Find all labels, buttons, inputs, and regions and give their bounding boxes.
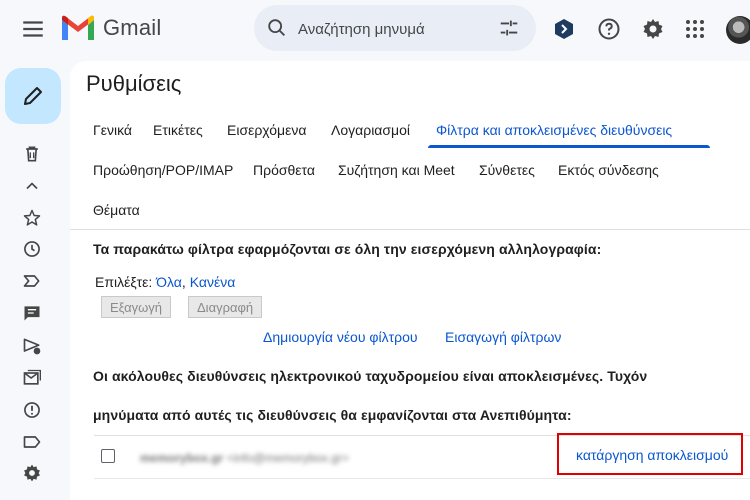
blocked-heading-line2: μηνύματα από αυτές τις διευθύνσεις θα εμ… <box>93 407 572 423</box>
row-divider <box>94 478 750 479</box>
tab-inbox[interactable]: Εισερχόμενα <box>227 122 306 138</box>
select-label: Επιλέξτε: <box>95 274 153 290</box>
search-icon[interactable] <box>266 17 288 39</box>
scheduled-send-icon[interactable] <box>22 336 42 356</box>
apps-grid-icon[interactable] <box>683 17 707 41</box>
all-mail-icon[interactable] <box>22 368 42 388</box>
manage-gear-icon[interactable] <box>22 463 42 483</box>
row-checkbox[interactable] <box>101 449 115 463</box>
settings-panel: Ρυθμίσεις Γενικά Ετικέτες Εισερχόμενα Λο… <box>70 61 750 500</box>
select-all-link[interactable]: Όλα <box>156 274 182 290</box>
import-filters-link[interactable]: Εισαγωγή φίλτρων <box>445 329 561 345</box>
tab-themes[interactable]: Θέματα <box>93 202 140 218</box>
tune-icon[interactable] <box>498 17 520 39</box>
compose-button[interactable] <box>5 68 61 124</box>
tab-filters-blocked[interactable]: Φίλτρα και αποκλεισμένες διευθύνσεις <box>436 122 672 138</box>
tab-forwarding-pop-imap[interactable]: Προώθηση/POP/IMAP <box>93 162 233 178</box>
gmail-logo-icon[interactable] <box>60 14 96 42</box>
top-bar: Gmail <box>0 0 750 58</box>
trash-icon[interactable] <box>22 144 42 164</box>
export-button[interactable]: Εξαγωγή <box>101 296 172 318</box>
menu-icon[interactable] <box>20 16 46 42</box>
tab-labels[interactable]: Ετικέτες <box>153 122 203 138</box>
tab-chat-meet[interactable]: Συζήτηση και Meet <box>338 162 455 178</box>
chat-icon[interactable] <box>22 303 42 323</box>
spam-icon[interactable] <box>22 400 42 420</box>
blocked-sender: memorybox.gr <info@memorybox.gr> <box>140 451 349 465</box>
app-name[interactable]: Gmail <box>103 15 161 41</box>
unblock-link[interactable]: κατάργηση αποκλεισμού <box>576 447 728 463</box>
blocked-heading-line1: Οι ακόλουθες διευθύνσεις ηλεκτρονικού τα… <box>93 368 648 384</box>
label-icon[interactable] <box>22 432 42 452</box>
tab-add-ons[interactable]: Πρόσθετα <box>253 162 315 178</box>
delete-button[interactable]: Διαγραφή <box>188 296 263 318</box>
help-icon[interactable] <box>597 17 621 41</box>
tab-offline[interactable]: Εκτός σύνδεσης <box>558 162 659 178</box>
account-avatar[interactable] <box>726 16 750 44</box>
chevron-up-icon[interactable] <box>22 176 42 196</box>
tab-accounts[interactable]: Λογαριασμοί <box>331 122 410 138</box>
page-title: Ρυθμίσεις <box>86 71 182 96</box>
search-bar[interactable] <box>254 5 536 51</box>
blocked-sender-email: <info@memorybox.gr> <box>226 451 349 465</box>
gemini-icon[interactable] <box>552 17 576 41</box>
select-row: Επιλέξτε: Όλα, Κανένα <box>95 274 236 290</box>
active-tab-indicator <box>428 145 710 148</box>
star-icon[interactable] <box>22 208 42 228</box>
important-icon[interactable] <box>22 271 42 291</box>
settings-gear-icon[interactable] <box>641 17 665 41</box>
clock-icon[interactable] <box>22 239 42 259</box>
select-none-link[interactable]: Κανένα <box>190 274 236 290</box>
tab-advanced[interactable]: Σύνθετες <box>479 162 535 178</box>
unblock-highlight: κατάργηση αποκλεισμού <box>557 433 743 475</box>
search-input[interactable] <box>296 16 490 42</box>
pencil-icon <box>24 87 42 105</box>
blocked-sender-name: memorybox.gr <box>140 451 224 465</box>
create-filter-link[interactable]: Δημιουργία νέου φίλτρου <box>263 329 418 345</box>
filters-heading: Τα παρακάτω φίλτρα εφαρμόζονται σε όλη τ… <box>93 241 602 257</box>
section-divider <box>70 229 750 230</box>
tab-general[interactable]: Γενικά <box>93 122 132 138</box>
